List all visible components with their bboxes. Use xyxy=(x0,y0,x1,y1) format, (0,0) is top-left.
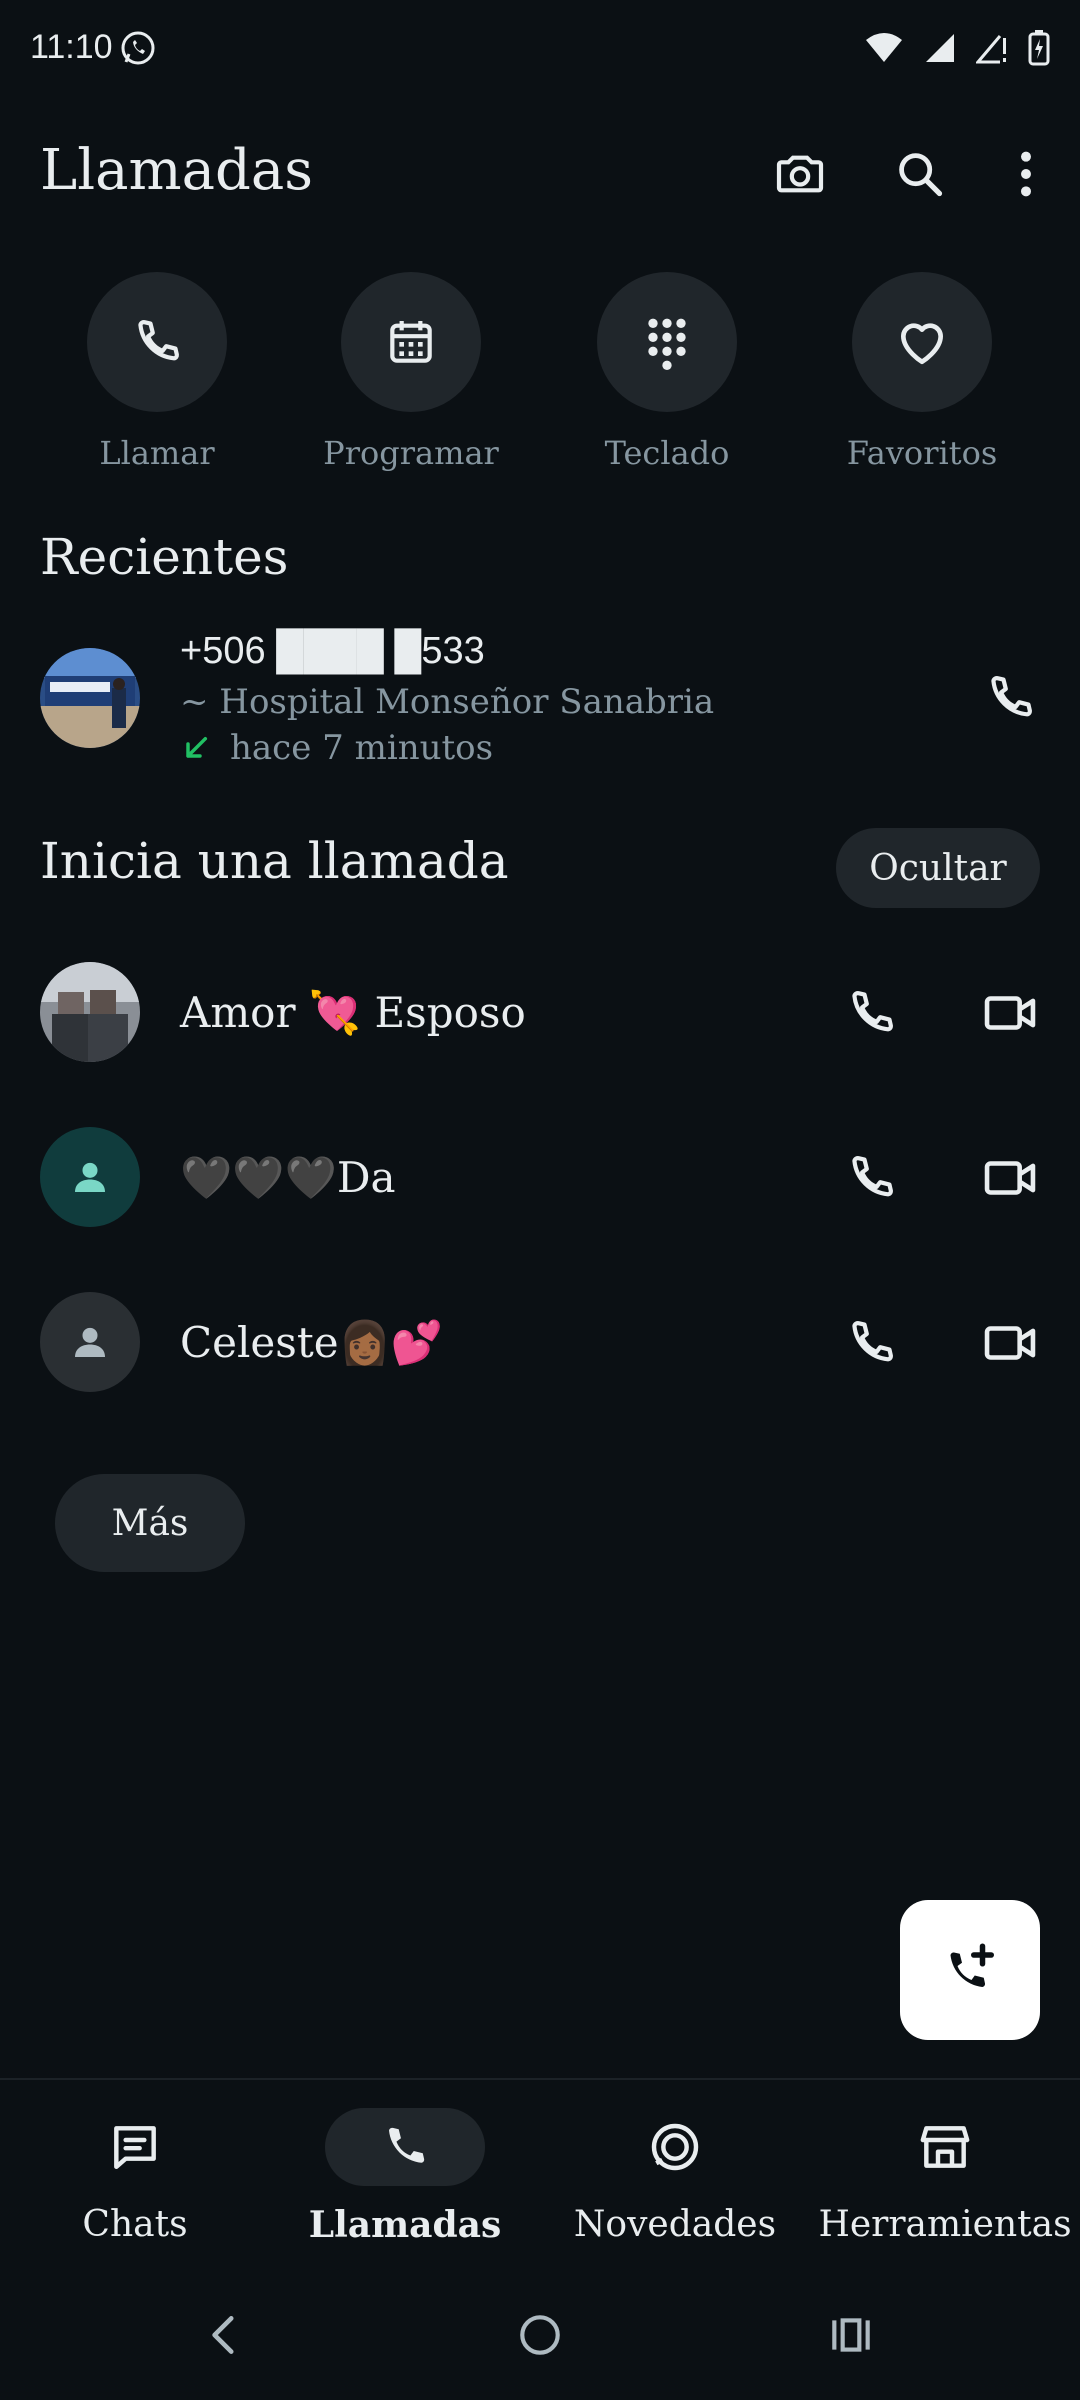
dialpad-icon xyxy=(648,318,686,370)
recent-call-button[interactable] xyxy=(975,663,1045,733)
nav-label: Llamadas xyxy=(308,2204,502,2246)
nav-pill[interactable] xyxy=(55,2108,215,2186)
videocam-icon xyxy=(984,1161,1036,1195)
voice-call-button[interactable] xyxy=(836,978,906,1048)
quick-action-label: Teclado xyxy=(604,434,730,472)
phone-icon xyxy=(138,320,179,361)
nav-label: Novedades xyxy=(573,2204,777,2245)
person-icon xyxy=(75,1162,105,1192)
hide-button[interactable]: Ocultar xyxy=(836,828,1040,908)
status-time: 11:10 xyxy=(30,28,113,66)
person-icon xyxy=(75,1327,105,1357)
nav-item-chats[interactable]: Chats xyxy=(0,2108,270,2245)
nav-item-tools[interactable]: Herramientas xyxy=(810,2108,1080,2245)
nav-item-updates[interactable]: Novedades xyxy=(540,2108,810,2245)
quick-action-label: Llamar xyxy=(99,434,215,472)
videocam-icon xyxy=(984,996,1036,1030)
camera-button[interactable] xyxy=(768,142,832,206)
voice-call-button[interactable] xyxy=(836,1143,906,1213)
avatar[interactable] xyxy=(40,1127,140,1227)
avatar[interactable] xyxy=(40,962,140,1062)
nav-pill[interactable] xyxy=(595,2108,755,2186)
new-call-fab[interactable] xyxy=(900,1900,1040,2040)
recents-title: Recientes xyxy=(40,528,289,586)
videocam-icon xyxy=(984,1326,1036,1360)
wifi-icon xyxy=(864,32,904,64)
updates-icon xyxy=(651,2123,699,2171)
back-icon xyxy=(212,2316,234,2354)
phone-icon xyxy=(852,991,893,1032)
avatar[interactable] xyxy=(40,648,140,748)
avatar[interactable] xyxy=(40,1292,140,1392)
signal-icon xyxy=(924,32,956,64)
phone-icon xyxy=(852,1156,893,1197)
contact-name: 🖤🖤🖤Da xyxy=(180,1153,396,1202)
recent-call-time: hace 7 minutos xyxy=(180,728,493,768)
nav-item-calls[interactable]: Llamadas xyxy=(270,2108,540,2246)
start-call-title: Inicia una llamada xyxy=(40,832,509,890)
bottom-nav: Chats Llamadas Novedades Herramientas xyxy=(0,2080,1080,2260)
more-vert-icon xyxy=(1021,151,1031,197)
nav-label: Chats xyxy=(82,2204,188,2245)
phone-filled-icon xyxy=(389,2127,425,2163)
battery-charging-icon xyxy=(1028,30,1050,66)
recent-caller-number: +506 ████ █533 xyxy=(180,630,485,672)
video-call-button[interactable] xyxy=(975,978,1045,1048)
favorites-circle[interactable] xyxy=(852,272,992,412)
more-contacts-button[interactable]: Más xyxy=(55,1474,245,1572)
quick-action-favorites[interactable]: Favoritos xyxy=(812,272,1032,472)
store-icon xyxy=(920,2126,970,2168)
status-icons xyxy=(864,30,1050,66)
recent-caller-name: ~ Hospital Monseñor Sanabria xyxy=(180,682,715,722)
nav-label: Herramientas xyxy=(818,2204,1072,2245)
nav-pill[interactable] xyxy=(865,2108,1025,2186)
more-options-button[interactable] xyxy=(994,142,1058,206)
quick-action-keypad[interactable]: Teclado xyxy=(557,272,777,472)
page-title: Llamadas xyxy=(40,138,313,203)
recent-call-time-text: hace 7 minutos xyxy=(230,728,494,768)
system-nav-bar xyxy=(0,2290,1080,2390)
home-icon xyxy=(520,2315,560,2355)
heart-icon xyxy=(901,323,943,365)
phone-icon xyxy=(852,1321,893,1362)
video-call-button[interactable] xyxy=(975,1143,1045,1213)
camera-icon xyxy=(776,155,824,193)
chats-icon xyxy=(114,2126,156,2170)
schedule-circle[interactable] xyxy=(341,272,481,412)
phone-icon xyxy=(991,676,1032,717)
calendar-icon xyxy=(390,321,432,363)
video-call-button[interactable] xyxy=(975,1308,1045,1378)
add-call-icon xyxy=(950,1943,994,1987)
keypad-circle[interactable] xyxy=(597,272,737,412)
whatsapp-notification-icon xyxy=(120,30,156,66)
voice-call-button[interactable] xyxy=(836,1308,906,1378)
contact-name: Amor 💘 Esposo xyxy=(180,988,526,1037)
back-button[interactable] xyxy=(200,2310,250,2360)
call-circle[interactable] xyxy=(87,272,227,412)
recent-apps-icon xyxy=(832,2318,870,2352)
home-button[interactable] xyxy=(515,2310,565,2360)
quick-action-schedule[interactable]: Programar xyxy=(301,272,521,472)
quick-action-label: Programar xyxy=(323,434,499,472)
nav-pill-active[interactable] xyxy=(325,2108,485,2186)
contact-name: Celeste👩🏾💕 xyxy=(180,1318,444,1367)
search-button[interactable] xyxy=(888,142,952,206)
quick-action-label: Favoritos xyxy=(846,434,998,472)
incoming-call-arrow-icon xyxy=(186,736,208,758)
search-icon xyxy=(899,153,943,197)
quick-action-call[interactable]: Llamar xyxy=(47,272,267,472)
recents-button[interactable] xyxy=(826,2310,876,2360)
signal-nodata-icon xyxy=(976,32,1008,64)
